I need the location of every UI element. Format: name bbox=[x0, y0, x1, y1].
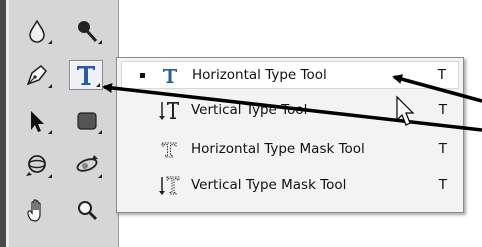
submenu-indicator bbox=[98, 174, 102, 178]
3d-rotate-tool[interactable] bbox=[20, 150, 54, 180]
menu-item-label: Horizontal Type Tool bbox=[192, 67, 327, 83]
zoom-tool[interactable] bbox=[70, 196, 104, 226]
menu-item-shortcut: T bbox=[438, 177, 447, 193]
rectangle-tool[interactable] bbox=[70, 106, 104, 136]
3d-orbit-tool[interactable] bbox=[70, 150, 104, 180]
submenu-indicator bbox=[48, 40, 52, 44]
submenu-indicator bbox=[96, 83, 100, 87]
tools-panel bbox=[0, 0, 119, 247]
submenu-indicator bbox=[48, 174, 52, 178]
horizontal-type-icon bbox=[158, 62, 182, 90]
panel-edge-highlight bbox=[6, 0, 9, 247]
submenu-indicator bbox=[98, 130, 102, 134]
menu-item-vertical-type-tool[interactable]: Vertical Type Tool T bbox=[121, 97, 459, 125]
submenu-indicator bbox=[98, 40, 102, 44]
menu-item-shortcut: T bbox=[438, 102, 447, 118]
menu-item-vertical-type-mask-tool[interactable]: Vertical Type Mask Tool T bbox=[121, 172, 459, 200]
hand-tool[interactable] bbox=[20, 196, 54, 226]
menu-item-shortcut: T bbox=[438, 141, 447, 157]
pen-tool[interactable] bbox=[20, 60, 54, 90]
vertical-type-icon bbox=[157, 97, 181, 125]
menu-item-shortcut: T bbox=[437, 67, 446, 83]
menu-item-label: Horizontal Type Mask Tool bbox=[191, 141, 365, 157]
horizontal-type-mask-icon bbox=[157, 136, 181, 164]
zoom-icon bbox=[78, 201, 98, 221]
blur-tool[interactable] bbox=[20, 16, 54, 46]
menu-item-label: Vertical Type Mask Tool bbox=[191, 177, 347, 193]
menu-item-label: Vertical Type Tool bbox=[191, 102, 308, 118]
selected-bullet-icon bbox=[140, 73, 145, 78]
type-tool-flyout-menu: Horizontal Type Tool T Vertical Type Too… bbox=[116, 57, 464, 213]
path-selection-tool[interactable] bbox=[20, 106, 54, 136]
submenu-indicator bbox=[48, 130, 52, 134]
type-tool[interactable] bbox=[69, 60, 103, 90]
vertical-type-mask-icon bbox=[157, 172, 181, 200]
hand-icon bbox=[27, 199, 41, 222]
menu-item-horizontal-type-tool[interactable]: Horizontal Type Tool T bbox=[121, 61, 459, 89]
submenu-indicator bbox=[48, 84, 52, 88]
dodge-tool[interactable] bbox=[70, 16, 104, 46]
menu-item-horizontal-type-mask-tool[interactable]: Horizontal Type Mask Tool T bbox=[121, 136, 459, 164]
